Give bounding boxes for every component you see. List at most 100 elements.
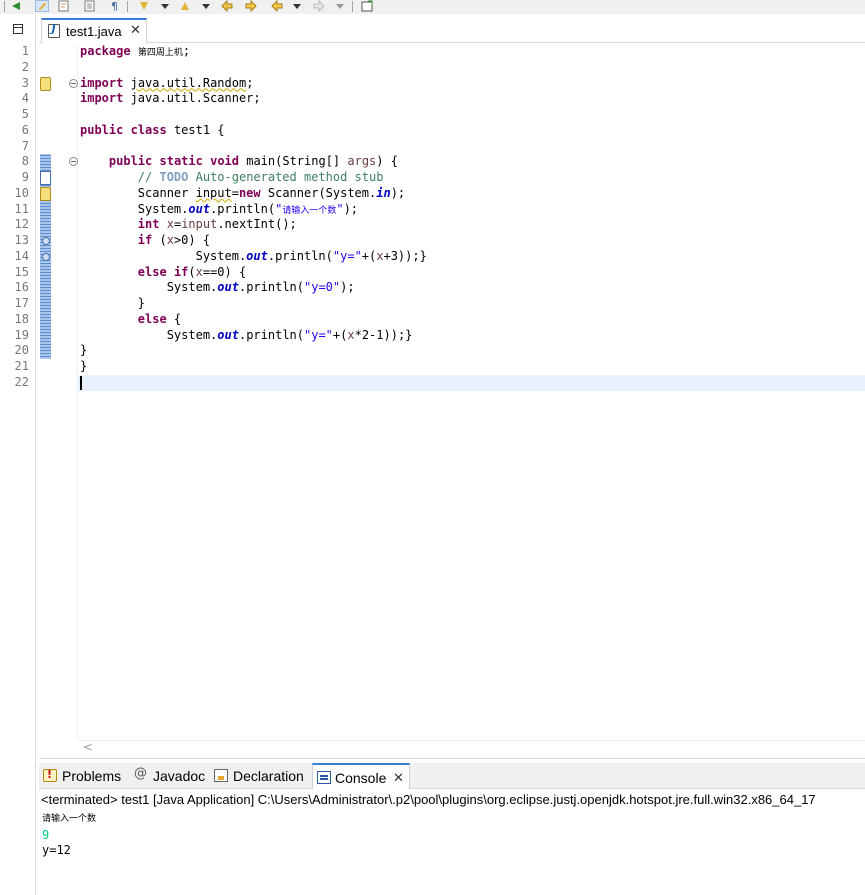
console-status: <terminated> test1 [Java Application] C:… [41,792,816,807]
last-edit-location-icon[interactable] [220,0,234,12]
back-icon[interactable] [270,0,284,12]
declaration-icon [214,769,228,782]
line-number: 8 [21,154,29,169]
code-line[interactable]: else if(x==0) { [80,265,865,281]
code-line[interactable] [80,375,865,391]
code-line[interactable]: if (x>0) { [80,233,865,249]
editor-tab-bar: test1.java ✕ [39,18,865,44]
code-line[interactable]: Scanner input=new Scanner(System.in); [80,186,865,202]
code-line[interactable]: import java.util.Random; [80,76,865,92]
tab-label: Problems [62,768,122,784]
toggle-word-wrap-icon[interactable] [57,0,71,12]
code-token: java.util.Scanner; [123,91,261,106]
code-token: " [336,201,344,216]
chevron-down-icon[interactable] [160,0,170,12]
close-icon[interactable]: ✕ [130,23,141,38]
fold-toggle-icon[interactable] [69,78,78,88]
close-icon[interactable]: ✕ [393,770,404,786]
tab-console[interactable]: Console ✕ [312,763,410,789]
console-prompt-line: 请输入一个数 [42,814,97,824]
console-output[interactable]: 请输入一个数 9 y=12 [42,812,862,859]
code-token: out [217,280,239,295]
code-token: System. [80,201,189,216]
forward-icon[interactable] [312,0,326,12]
code-token: 请输入一个数 [282,205,337,216]
code-token: test1 { [166,122,225,137]
code-token: ; [246,75,254,90]
line-number: 11 [14,201,29,216]
code-token: int [137,217,160,232]
toolbar-separator [127,1,128,12]
tab-javadoc[interactable]: Javadoc [134,763,208,789]
code-line[interactable]: public class test1 { [80,123,865,139]
forward-edit-icon[interactable] [244,0,258,12]
toggle-mark-occurrences-icon[interactable] [35,0,49,12]
chevron-down-icon[interactable] [292,0,302,12]
tab-label: Javadoc [153,768,206,784]
block-selection-icon[interactable] [83,0,97,12]
code-line[interactable]: System.out.println("请输入一个数"); [80,202,865,218]
code-token: .println( [238,327,304,342]
gutter-divider [77,44,78,740]
code-token: x [347,327,355,342]
line-number: 4 [21,91,29,106]
code-editor[interactable]: package 第四周上机; import java.util.Random; im… [80,44,865,740]
code-line[interactable] [80,60,865,76]
bottom-panel: Problems Javadoc Declaration Console ✕ <… [39,758,865,895]
code-token: import [80,75,124,90]
code-token: TODO [159,170,189,184]
line-number: 19 [14,327,29,342]
code-line[interactable]: else { [80,312,865,328]
horizontal-scrollbar[interactable]: < [78,740,865,755]
code-line[interactable]: int x=input.nextInt(); [80,217,865,233]
warning-icon[interactable] [40,76,51,91]
code-line[interactable]: System.out.println("y=0"); [80,280,865,296]
code-line[interactable]: System.out.println("y="+(x*2-1));} [80,328,865,344]
restore-icon[interactable] [13,24,23,34]
code-line[interactable] [80,139,865,155]
run-last-tool-icon[interactable] [10,0,24,12]
code-line[interactable] [80,107,865,123]
code-token: // [137,170,160,184]
code-token: public [108,154,153,169]
code-line[interactable]: // TODO Auto-generated method stub [80,170,865,186]
code-token: +( [361,248,377,263]
code-token: ==0) { [202,264,247,279]
task-icon[interactable] [40,171,51,185]
next-annotation-icon[interactable] [137,0,151,12]
main-toolbar: ¶ [0,0,865,14]
code-line[interactable]: import java.util.Scanner; [80,91,865,107]
code-line[interactable]: } [80,359,865,375]
tab-declaration[interactable]: Declaration [214,763,309,789]
code-line[interactable]: System.out.println("y="+(x+3));} [80,249,865,265]
chevron-down-icon[interactable] [201,0,211,12]
code-token: .println( [210,201,276,216]
line-number: 6 [21,122,29,137]
tab-label: Console [335,770,387,786]
tab-test1-java[interactable]: test1.java ✕ [41,18,147,44]
code-token: } [80,359,88,373]
code-token: "y=" [332,248,362,263]
warning-icon[interactable] [40,186,51,201]
code-token: System. [80,248,247,263]
tab-label: Declaration [233,768,304,784]
pin-editor-icon[interactable] [360,0,374,12]
breakpoint-icon[interactable] [40,234,51,248]
code-line[interactable]: } [80,296,865,312]
chevron-down-icon[interactable] [335,0,345,12]
code-token: { [166,311,182,326]
code-line[interactable]: } [80,343,865,359]
show-whitespace-icon[interactable]: ¶ [108,0,122,12]
tab-problems[interactable]: Problems [43,763,129,789]
line-number: 2 [21,59,29,74]
code-token: Scanner(System. [260,185,377,200]
code-line[interactable]: package 第四周上机; [80,44,865,60]
breakpoint-icon[interactable] [40,250,51,264]
code-line[interactable]: public static void main(String[] args) { [80,154,865,170]
tab-label: test1.java [66,24,122,39]
previous-annotation-icon[interactable] [178,0,192,12]
chevron-left-icon[interactable]: < [83,740,93,754]
